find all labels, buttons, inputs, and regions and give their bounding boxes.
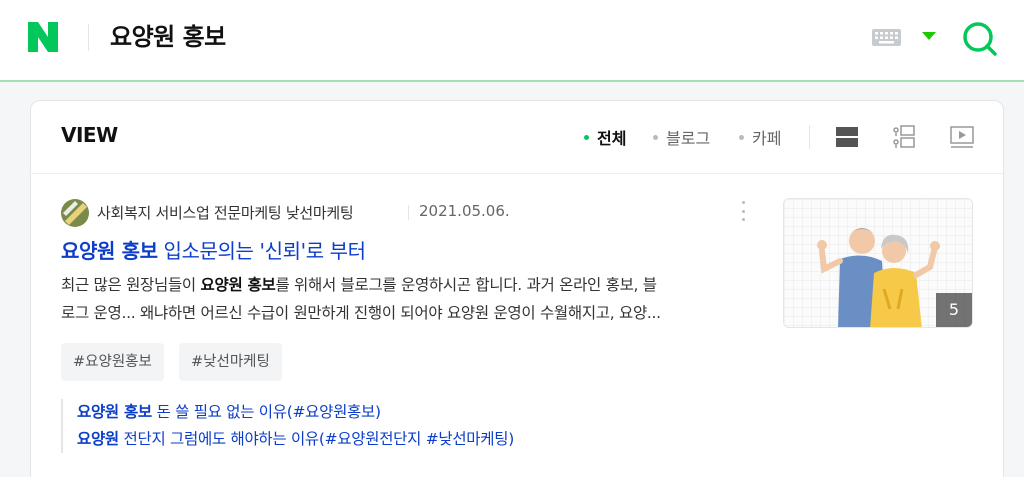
image-count-badge: 5: [936, 293, 972, 327]
related-highlight: 요양원 홍보: [77, 403, 152, 421]
filter-label: 블로그: [666, 129, 711, 148]
filter-dot-icon: [584, 134, 589, 140]
filter-label: 카페: [752, 129, 782, 148]
search-header: 요양원 홍보: [0, 0, 1024, 82]
desc-highlight: 요양원 홍보: [200, 276, 276, 294]
header-separator: [31, 173, 1003, 174]
section-title: VIEW: [61, 123, 118, 147]
related-text: 전단지 그럼에도 해야하는 이유(#요양원전단지 #낮선마케팅): [118, 430, 515, 448]
search-query[interactable]: 요양원 홍보: [110, 20, 226, 54]
post-title[interactable]: 요양원 홍보 입소문의는 '신뢰'로 부터: [61, 235, 366, 264]
filter-blog[interactable]: 블로그: [653, 125, 710, 149]
video-view-icon[interactable]: [949, 124, 975, 150]
filter-label: 전체: [597, 129, 627, 148]
related-text: 돈 쓸 필요 없는 이유(#요양원홍보): [151, 403, 381, 421]
blog-avatar[interactable]: [61, 199, 89, 227]
keyboard-icon[interactable]: [872, 29, 901, 46]
search-icon[interactable]: [960, 20, 1000, 58]
view-section: VIEW 전체 블로그 카페 사회복지 서비스업 전문마케팅 낮선마케팅 202…: [30, 100, 1004, 477]
related-post-link[interactable]: 요양원 홍보 돈 쓸 필요 없는 이유(#요양원홍보): [77, 399, 514, 426]
related-posts: 요양원 홍보 돈 쓸 필요 없는 이유(#요양원홍보) 요양원 전단지 그럼에도…: [61, 399, 514, 453]
post-description[interactable]: 최근 많은 원장님들이 요양원 홍보를 위해서 블로그를 운영하시곤 합니다. …: [61, 271, 751, 327]
filter-cafe[interactable]: 카페: [739, 125, 781, 149]
post-date: 2021.05.06.: [419, 202, 510, 220]
list-view-icon[interactable]: [834, 124, 860, 150]
header-divider: [88, 24, 89, 51]
related-highlight: 요양원: [77, 430, 119, 448]
desc-line-1: 최근 많은 원장님들이 요양원 홍보를 위해서 블로그를 운영하시곤 합니다. …: [61, 271, 751, 299]
more-options-icon[interactable]: [737, 199, 749, 223]
desc-text: 최근 많은 원장님들이: [61, 276, 201, 294]
meta-divider: [408, 205, 409, 220]
desc-line-2: 로그 운영... 왜냐하면 어르신 수급이 원만하게 진행이 되어야 요양원 운…: [61, 304, 661, 322]
filter-dot-icon: [739, 134, 744, 140]
post-thumbnail[interactable]: 5: [783, 198, 973, 328]
title-highlight: 요양원 홍보: [61, 239, 158, 263]
compact-view-icon[interactable]: [891, 124, 917, 150]
filter-all[interactable]: 전체: [584, 125, 626, 149]
filter-divider: [809, 125, 810, 149]
naver-logo[interactable]: [26, 20, 60, 54]
title-rest: 입소문의는 '신뢰'로 부터: [157, 239, 367, 263]
filter-dot-icon: [653, 134, 658, 140]
desc-text: 를 위해서 블로그를 운영하시곤 합니다. 과거 온라인 홍보, 블: [275, 276, 657, 294]
hashtag[interactable]: #낮선마케팅: [179, 343, 282, 381]
hashtag[interactable]: #요양원홍보: [61, 343, 164, 381]
autocomplete-toggle-icon[interactable]: [922, 32, 936, 40]
blog-name[interactable]: 사회복지 서비스업 전문마케팅 낮선마케팅: [97, 202, 354, 223]
related-post-link[interactable]: 요양원 전단지 그럼에도 해야하는 이유(#요양원전단지 #낮선마케팅): [77, 426, 514, 453]
